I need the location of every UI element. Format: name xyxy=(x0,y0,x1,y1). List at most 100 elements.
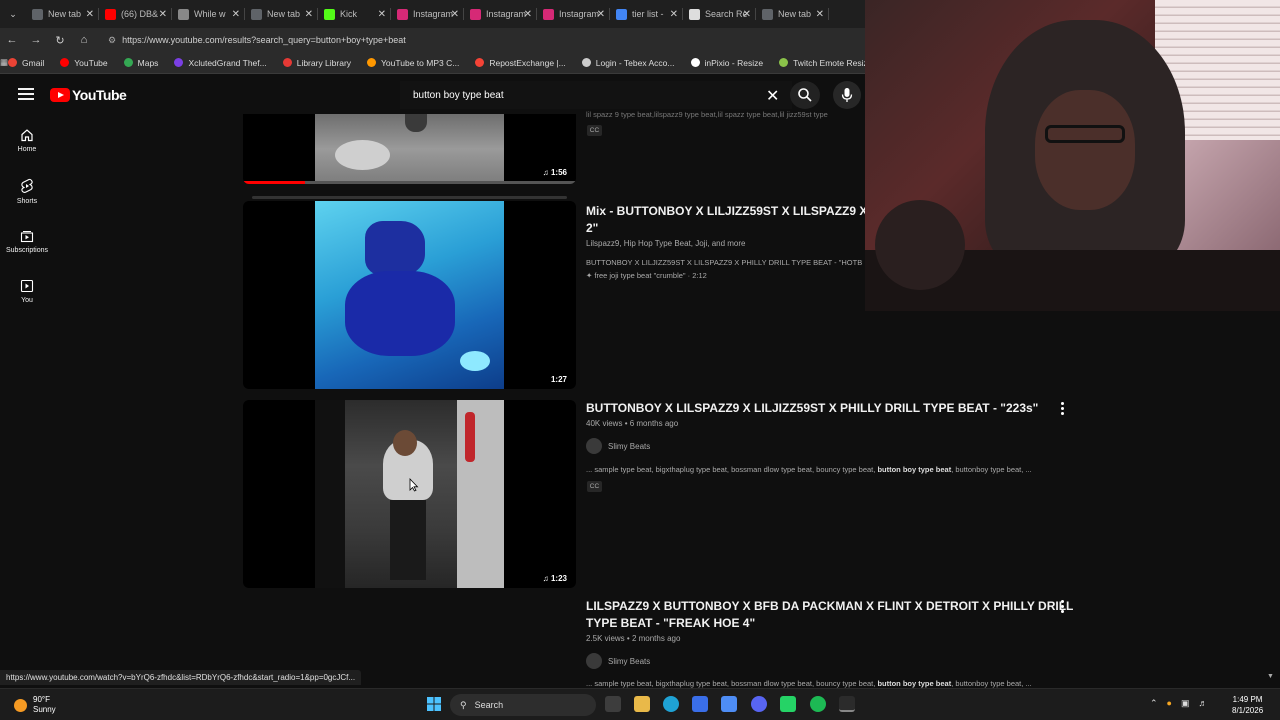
bookmark-item[interactable]: Gmail xyxy=(8,58,44,68)
bookmark-item[interactable]: XclutedGrand Thef... xyxy=(174,58,267,68)
tab-close-icon[interactable]: ✕ xyxy=(232,9,240,20)
snippet-text: ... sample type beat, bigxthaplug type b… xyxy=(586,465,878,474)
sidebar-label: Shorts xyxy=(16,198,38,205)
tab-close-icon[interactable]: ✕ xyxy=(524,9,532,20)
tab-close-icon[interactable]: ✕ xyxy=(159,9,167,20)
tab-favicon-icon xyxy=(543,8,554,20)
video-thumbnail-1[interactable]: ♫ 1:56 xyxy=(243,114,576,184)
browser-tab[interactable]: Kick ✕ xyxy=(318,0,391,28)
clear-search-icon[interactable]: ✕ xyxy=(766,86,779,106)
store-icon[interactable] xyxy=(692,696,708,712)
tab-close-icon[interactable]: ✕ xyxy=(378,9,386,20)
video-title[interactable]: BUTTONBOY X LILSPAZZ9 X LILJIZZ59ST X PH… xyxy=(586,400,1038,417)
channel-avatar[interactable] xyxy=(586,438,602,454)
bookmark-item[interactable]: YouTube to MP3 C... xyxy=(367,58,459,68)
duration-text: 1:27 xyxy=(550,375,567,384)
bookmark-item[interactable]: Library Library xyxy=(282,58,351,68)
browser-tab[interactable]: Instagram ✕ xyxy=(537,0,610,28)
video-thumbnail-3[interactable]: ♫ 1:23 xyxy=(243,400,576,588)
video-stats: 2.5K views • 2 months ago xyxy=(586,634,681,643)
edge-browser-icon[interactable] xyxy=(663,696,679,712)
bookmark-favicon-icon xyxy=(60,58,70,67)
tray-overflow-icon[interactable]: ⌃ xyxy=(1150,698,1158,709)
tab-close-icon[interactable]: ✕ xyxy=(670,9,678,20)
voice-search-button[interactable] xyxy=(833,81,861,109)
bookmark-item[interactable]: inPixio - Resize xyxy=(690,58,763,68)
volume-icon[interactable]: ♬ xyxy=(1199,698,1208,709)
scroll-down-icon[interactable]: ▼ xyxy=(1267,673,1274,680)
app-icon[interactable] xyxy=(780,696,796,712)
channel-avatar[interactable] xyxy=(586,653,602,669)
sidebar-item-subscriptions[interactable]: Subscriptions xyxy=(0,229,54,254)
browser-tab[interactable]: New tab ✕ xyxy=(756,0,829,28)
task-view-icon[interactable] xyxy=(605,696,621,712)
url-text: https://www.youtube.com/results?search_q… xyxy=(122,35,406,45)
channel-link[interactable]: Slimy Beats xyxy=(586,438,650,454)
browser-tab[interactable]: Instagram ✕ xyxy=(391,0,464,28)
search-icon xyxy=(798,88,812,102)
channel-link[interactable]: Slimy Beats xyxy=(586,653,650,669)
video-thumbnail-2[interactable]: 1:27 xyxy=(243,201,576,389)
apps-icon[interactable]: ▦ xyxy=(0,57,8,68)
reload-icon[interactable]: ↻ xyxy=(48,34,72,47)
sidebar-item-shorts[interactable]: Shorts xyxy=(0,178,54,205)
tab-title: New tab xyxy=(778,9,812,19)
taskbar-search[interactable]: ⚲ Search xyxy=(450,694,596,716)
browser-tab[interactable]: New tab ✕ xyxy=(26,0,99,28)
network-icon[interactable]: ▣ xyxy=(1181,698,1190,709)
video-title[interactable]: Mix - BUTTONBOY X LILJIZZ59ST X LILSPAZZ… xyxy=(586,203,887,237)
youtube-logo[interactable]: YouTube xyxy=(50,87,127,103)
view-count: 40K views xyxy=(586,419,623,428)
sidebar-label: You xyxy=(21,297,33,304)
back-icon[interactable]: ← xyxy=(0,34,24,46)
tab-list-button[interactable]: ⌄ xyxy=(0,0,26,28)
bookmark-item[interactable]: Login - Tebex Acco... xyxy=(581,58,675,68)
tab-close-icon[interactable]: ✕ xyxy=(451,9,459,20)
tab-title: Search Re xyxy=(705,9,748,19)
browser-tab[interactable]: Instagram ✕ xyxy=(464,0,537,28)
browser-tab[interactable]: Search Re ✕ xyxy=(683,0,756,28)
terminal-icon[interactable] xyxy=(839,696,855,712)
cc-badge: CC xyxy=(587,125,602,136)
home-icon[interactable]: ⌂ xyxy=(72,34,96,46)
forward-icon[interactable]: → xyxy=(24,34,48,46)
bookmark-item[interactable]: YouTube xyxy=(60,58,108,68)
more-actions-icon[interactable] xyxy=(1059,600,1065,615)
tab-close-icon[interactable]: ✕ xyxy=(305,9,313,20)
more-actions-icon[interactable] xyxy=(1059,402,1065,417)
bookmark-item[interactable]: RepostExchange |... xyxy=(475,58,566,68)
browser-tab[interactable]: tier list - ✕ xyxy=(610,0,683,28)
browser-tab[interactable]: While w ✕ xyxy=(172,0,245,28)
result-snippet: lil spazz 9 type beat,lilspazz9 type bea… xyxy=(586,110,828,119)
tab-close-icon[interactable]: ✕ xyxy=(816,9,824,20)
tab-title: Instagram xyxy=(559,9,600,19)
link-status-text: https://www.youtube.com/watch?v=bYrQ6-zf… xyxy=(6,673,356,682)
copilot-icon[interactable] xyxy=(721,696,737,712)
tab-close-icon[interactable]: ✕ xyxy=(597,9,605,20)
menu-icon[interactable] xyxy=(18,88,34,100)
browser-tab[interactable]: New tab ✕ xyxy=(245,0,318,28)
site-info-icon[interactable]: ⚙ xyxy=(108,35,116,46)
sidebar-item-home[interactable]: Home xyxy=(0,128,54,153)
mix-track-1[interactable]: BUTTONBOY X LILJIZZ59ST X LILSPAZZ9 X PH… xyxy=(586,258,862,267)
url-field[interactable]: ⚙ https://www.youtube.com/results?search… xyxy=(102,30,865,50)
sidebar-item-you[interactable]: You xyxy=(0,279,54,304)
bookmark-item[interactable]: Maps xyxy=(123,58,158,68)
video-title[interactable]: LILSPAZZ9 X BUTTONBOY X BFB DA PACKMAN X… xyxy=(586,598,1073,632)
microphone-icon[interactable]: ● xyxy=(1167,698,1172,709)
file-explorer-icon[interactable] xyxy=(634,696,650,712)
search-input[interactable]: button boy type beat xyxy=(400,81,792,109)
weather-widget[interactable]: 90°F Sunny xyxy=(14,695,56,715)
windows-start-icon[interactable] xyxy=(426,696,442,712)
tab-favicon-icon xyxy=(470,8,481,20)
browser-tab[interactable]: (66) DB& ✕ xyxy=(99,0,172,28)
discord-icon[interactable] xyxy=(751,696,767,712)
mix-track-2[interactable]: ✦ free joji type beat "crumble" · 2:12 xyxy=(586,271,707,280)
tab-close-icon[interactable]: ✕ xyxy=(86,9,94,20)
tab-close-icon[interactable]: ✕ xyxy=(743,9,751,20)
spotify-icon[interactable] xyxy=(810,696,826,712)
search-button[interactable] xyxy=(790,81,820,109)
clock[interactable]: 1:49 PM 8/1/2026 xyxy=(1232,694,1263,716)
tab-strip: ⌄ New tab ✕ (66) DB& ✕ While w ✕ New tab ✕ Kick ✕… xyxy=(0,0,865,28)
bookmark-item[interactable]: Twitch Emote Resiz... xyxy=(779,58,875,68)
